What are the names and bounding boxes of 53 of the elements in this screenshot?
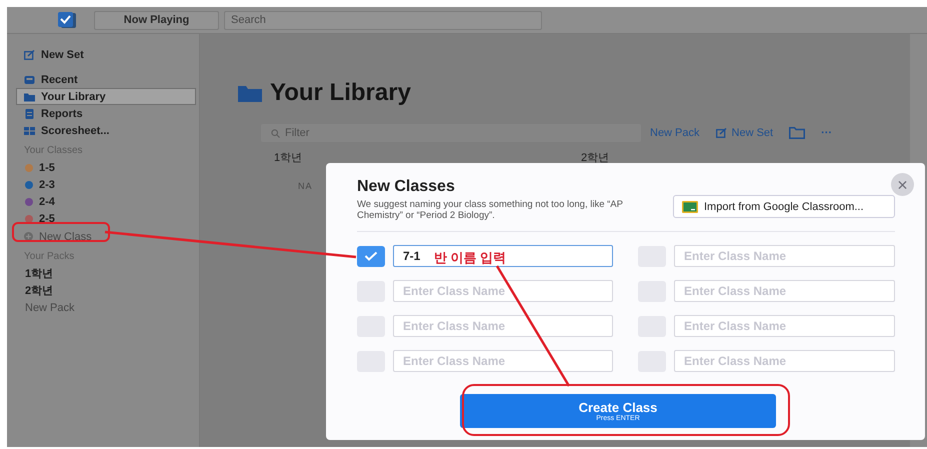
sidebar-item[interactable]: Your Library xyxy=(16,88,196,105)
dialog-description: We suggest naming your class something not too long, like “AP Chemistry” or “Period 2 Biology”. xyxy=(357,199,624,221)
class-item[interactable]: 2-5 xyxy=(16,210,196,227)
pack-item[interactable]: 2학년 xyxy=(16,282,196,299)
class-label: 2-3 xyxy=(39,178,55,190)
now-playing-button[interactable]: Now Playing xyxy=(94,10,219,30)
page-title: Your Library xyxy=(270,79,411,107)
class-name-field[interactable]: Enter Class Name xyxy=(674,280,895,302)
sidebar-item[interactable]: Scoresheet... xyxy=(16,122,196,139)
sidebar-item[interactable]: Reports xyxy=(16,105,196,122)
class-name-field[interactable]: Enter Class Name xyxy=(674,245,895,267)
class-label: 1-5 xyxy=(39,162,55,174)
classroom-icon xyxy=(682,200,698,212)
check-icon xyxy=(364,251,378,261)
class-label: 2-4 xyxy=(39,196,55,208)
close-button[interactable]: × xyxy=(891,173,914,196)
grid-icon xyxy=(24,126,35,136)
folder-icon xyxy=(24,92,35,102)
sidebar-item-label: New Set xyxy=(41,48,84,60)
folder-outline-icon[interactable] xyxy=(789,127,806,139)
class-name-field[interactable]: Enter Class Name xyxy=(674,350,895,372)
class-name-field[interactable]: Enter Class Name xyxy=(393,315,613,337)
class-label: 2-5 xyxy=(39,212,55,224)
pack-item[interactable]: 1학년 xyxy=(16,265,196,282)
class-name-field[interactable]: Enter Class Name xyxy=(674,315,895,337)
checkbox-logo-icon xyxy=(57,11,77,29)
search-field[interactable]: Search xyxy=(224,10,542,30)
pack-title: 2학년 xyxy=(581,151,610,165)
sidebar-item[interactable]: Recent xyxy=(16,71,196,88)
sidebar-item-label: Recent xyxy=(41,74,78,86)
edit-icon xyxy=(716,128,727,138)
import-button[interactable]: Import from Google Classroom... xyxy=(673,195,895,218)
sidebar-item-label: Reports xyxy=(41,108,83,120)
folder-icon xyxy=(238,84,262,102)
sidebar-item[interactable]: New Set xyxy=(16,46,196,63)
tray-icon xyxy=(24,74,35,84)
list-icon xyxy=(24,108,35,118)
class-item[interactable]: 2-3 xyxy=(16,176,196,193)
new-class-item[interactable]: New Class xyxy=(16,228,196,245)
class-item[interactable]: 2-4 xyxy=(16,193,196,210)
class-item[interactable]: 1-5 xyxy=(16,159,196,176)
class-name-field[interactable]: Enter Class Name xyxy=(393,350,613,372)
plus-circle-icon xyxy=(24,232,33,241)
sidebar-item-label: Your Library xyxy=(41,90,106,102)
dialog-title: New Classes xyxy=(357,178,456,196)
class-name-field[interactable]: Enter Class Name xyxy=(393,280,613,302)
sidebar-item-label: Scoresheet... xyxy=(41,124,110,136)
annotation-text: 반 이름 입력 xyxy=(434,249,506,267)
pack-title: 1학년 xyxy=(274,151,304,165)
new-class-label: New Class xyxy=(39,230,92,242)
new-pack-item[interactable]: New Pack xyxy=(16,299,196,316)
edit-icon xyxy=(24,50,35,60)
checkbox[interactable] xyxy=(357,246,385,266)
